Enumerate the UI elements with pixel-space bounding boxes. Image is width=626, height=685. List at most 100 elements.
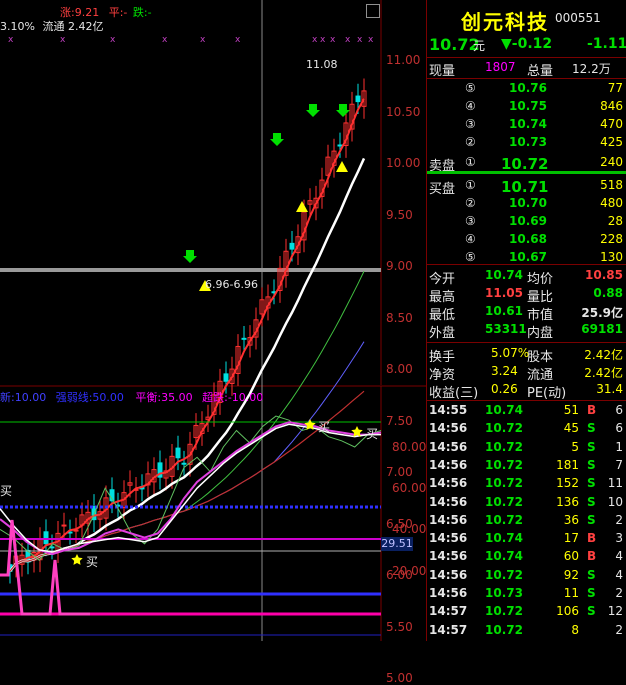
tick-side: B	[587, 531, 597, 546]
stock-name: 创元科技	[461, 10, 549, 34]
tick-row[interactable]: 14:56 10.74 17 B 3	[427, 531, 626, 549]
buy-triangle-icon	[336, 161, 348, 172]
float-value: 2.42亿	[67, 20, 104, 33]
tick-row[interactable]: 14:56 10.72 152 S 11	[427, 476, 626, 494]
cursor-value-badge: 29.51	[381, 537, 413, 551]
kline-chart[interactable]: xxxxxxxxxxxx	[0, 0, 426, 641]
ratio-stat: 3.10%	[0, 20, 35, 33]
buy-level: ①	[465, 178, 476, 192]
tick-row[interactable]: 14:56 10.72 181 S 7	[427, 458, 626, 476]
tick-row[interactable]: 14:57 10.72 8 2	[427, 623, 626, 641]
candle-body	[43, 531, 49, 545]
signal-mark: x	[8, 35, 14, 45]
tick-price: 10.72	[485, 567, 523, 582]
indicator-tick: 40.00	[392, 522, 427, 537]
tick-count: 1	[615, 439, 623, 454]
tick-row[interactable]: 14:56 10.72 92 S 4	[427, 568, 626, 586]
tick-side: S	[587, 476, 596, 491]
price-tick: 10.00	[386, 156, 421, 170]
tick-price: 10.73	[485, 586, 523, 600]
tick-time: 14:56	[429, 421, 468, 436]
tick-vol: 51	[563, 403, 579, 417]
tick-count: 10	[607, 494, 623, 509]
window-icon[interactable]	[366, 4, 380, 18]
buy-vol: 518	[600, 178, 623, 192]
now-vol: 1807	[485, 60, 516, 74]
quote-panel: 创元科技 000551 10.72 元 ▼-0.12 -1.11 现量 1807…	[426, 0, 626, 641]
sell-row: 卖盘 ① 10.72 240	[427, 155, 626, 174]
crosshair-horizontal	[0, 268, 381, 272]
tick-time: 14:56	[429, 494, 468, 509]
stat-value: 69181	[581, 322, 623, 336]
buy-label-2: 买	[318, 420, 331, 434]
tick-time: 14:56	[429, 457, 468, 472]
buy-level: ④	[465, 232, 476, 246]
total-vol: 12.2万	[572, 62, 611, 76]
candle-body	[49, 546, 55, 549]
volume-line: 现量 1807 总量 12.2万	[427, 60, 626, 79]
tick-price: 10.72	[485, 494, 523, 509]
tick-time: 14:56	[429, 586, 468, 600]
stat-label: 市值	[527, 308, 554, 323]
tick-row[interactable]: 14:56 10.74 60 B 4	[427, 549, 626, 567]
tick-row[interactable]: 14:56 10.72 5 S 1	[427, 440, 626, 458]
stat2-row: 收益(三) 0.26 PE(动) 31.4	[427, 382, 626, 401]
buy-row: ③ 10.69 28	[427, 214, 626, 231]
legend-b: 强弱线:50.00	[55, 391, 124, 404]
tick-time: 14:55	[429, 403, 468, 417]
buy-price: 10.71	[501, 178, 549, 196]
signal-mark: x	[357, 35, 363, 45]
price-tick: 9.50	[386, 207, 413, 222]
tick-time: 14:57	[429, 622, 468, 637]
buy-level: ③	[465, 214, 476, 228]
tick-side: S	[587, 567, 596, 582]
tick-vol: 8	[571, 622, 579, 637]
float-label: 流通	[42, 20, 65, 33]
tick-count: 3	[615, 531, 623, 546]
stat2-label: PE(动)	[527, 386, 567, 401]
candle-body	[289, 242, 295, 250]
tick-row[interactable]: 14:56 10.73 11 S 2	[427, 586, 626, 604]
price-tick: 10.50	[386, 104, 421, 119]
tick-side: S	[587, 439, 596, 454]
candle-body	[223, 373, 229, 382]
buy-level: ⑤	[465, 250, 476, 264]
tick-price: 10.74	[485, 403, 523, 417]
tick-vol: 36	[563, 512, 579, 527]
tick-count: 2	[615, 512, 623, 527]
price-tick: 5.00	[386, 671, 413, 685]
sell-level: ③	[465, 117, 476, 131]
low-label: 6.96-6.96	[205, 278, 258, 291]
chart-area[interactable]: xxxxxxxxxxxx 涨:9.21 平:- 跌:- 3.10% 流通 2.4…	[0, 0, 427, 685]
legend-d: 超跌:-10.00	[202, 391, 264, 404]
price-tick: 5.50	[386, 619, 413, 634]
candle-body	[61, 524, 67, 527]
sell-row: ⑤ 10.76 77	[427, 81, 626, 98]
tick-row[interactable]: 14:56 10.72 136 S 10	[427, 495, 626, 513]
candle-body	[181, 462, 187, 465]
indicator-legend: 新:10.00 强弱线:50.00 平衡:35.00 超跌:-10.00	[0, 389, 263, 405]
sell-vol: 240	[600, 155, 623, 169]
star-icon	[71, 554, 83, 565]
buy-label-3: 买	[366, 427, 379, 441]
tick-count: 6	[615, 403, 623, 417]
tick-side: S	[587, 586, 596, 600]
tick-row[interactable]: 14:56 10.72 45 S 6	[427, 421, 626, 439]
stat2-value: 0.26	[491, 382, 518, 396]
candle-body	[337, 144, 343, 147]
tick-count: 4	[615, 567, 623, 582]
tick-time: 14:56	[429, 476, 468, 491]
tick-row[interactable]: 14:56 10.72 36 S 2	[427, 513, 626, 531]
chart-header-line2: 3.10% 流通 2.42亿	[0, 18, 103, 34]
sell-vol: 425	[600, 135, 623, 149]
tick-side: S	[587, 457, 596, 472]
stat2-label: 净资	[429, 368, 456, 383]
tick-price: 10.74	[485, 549, 523, 564]
tick-time: 14:56	[429, 512, 468, 527]
tick-row[interactable]: 14:57 10.72 106 S 12	[427, 604, 626, 622]
signal-mark: x	[330, 35, 336, 45]
price-tick: 7.00	[386, 465, 413, 479]
tick-row[interactable]: 14:55 10.74 51 B 6	[427, 403, 626, 421]
signal-mark: x	[368, 35, 374, 45]
buy-triangle-icon	[296, 201, 308, 212]
